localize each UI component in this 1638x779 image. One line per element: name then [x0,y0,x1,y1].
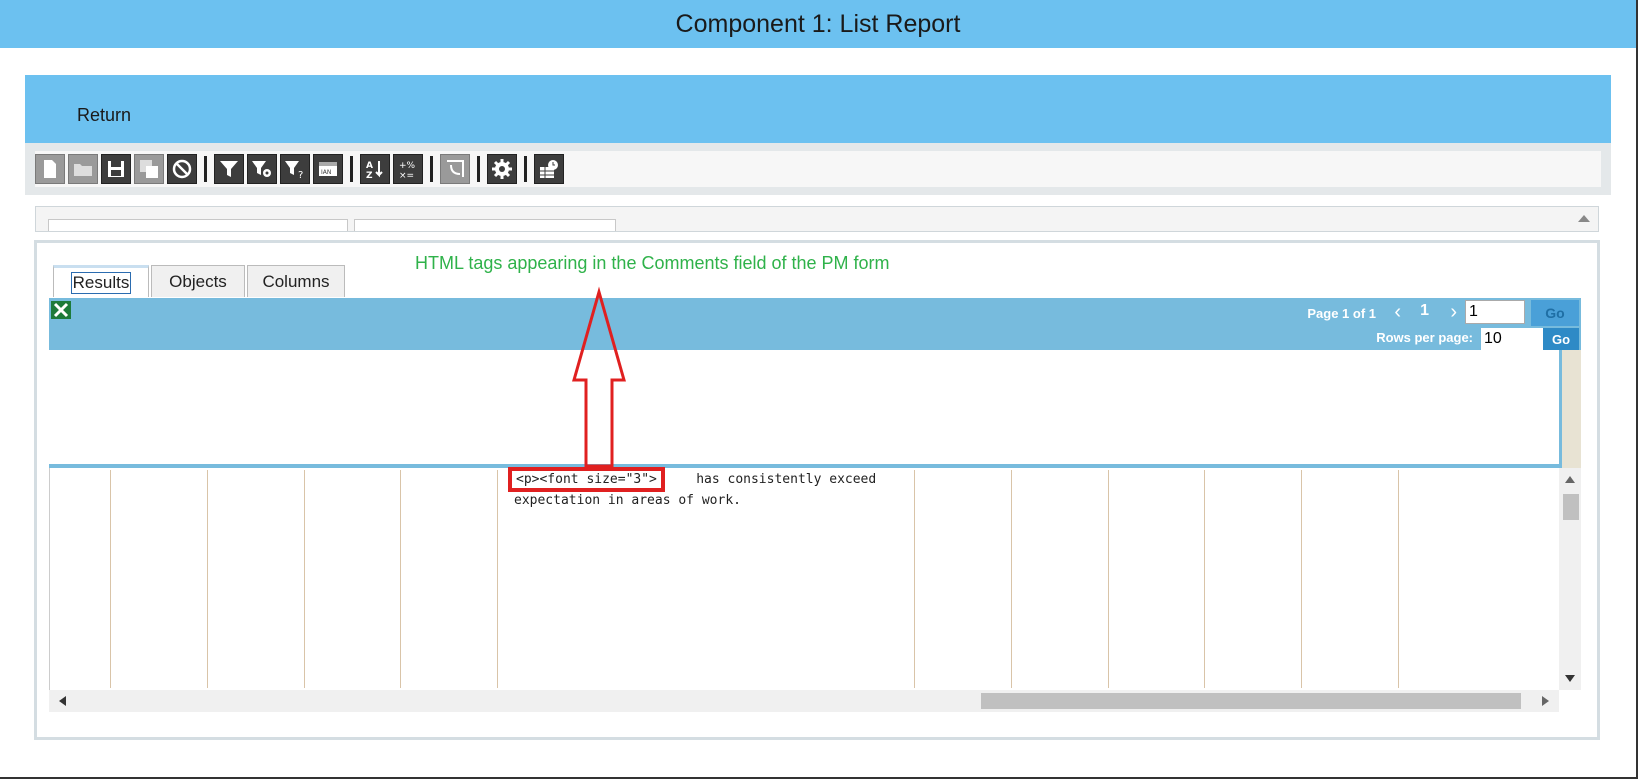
column-divider [497,470,498,688]
column-divider [110,470,111,688]
comments-text-line2: expectation in areas of work. [514,493,741,508]
rows-per-page-input[interactable] [1481,328,1543,350]
column-divider [304,470,305,688]
column-divider [1398,470,1399,688]
page: Component 1: List Report Return ? IAN A … [0,0,1638,779]
collapse-up-icon[interactable] [1578,215,1590,222]
page-number-input[interactable] [1465,300,1525,324]
tab-results[interactable]: Results [53,265,149,297]
toolbar-separator [430,156,433,182]
column-divider [400,470,401,688]
annotation-arrow-icon [572,286,626,468]
toolbar: ? IAN AZ +% ×= [35,151,1601,187]
results-table: <p><font size="3"> has consistently exce… [49,467,1581,690]
filter-field[interactable] [48,219,348,231]
column-divider [1011,470,1012,688]
open-folder-icon[interactable] [68,154,98,184]
filter-icon[interactable] [214,154,244,184]
filter-help-icon[interactable]: ? [280,154,310,184]
toolbar-separator [204,156,207,182]
scroll-right-icon[interactable] [1542,696,1549,706]
horizontal-scrollbar[interactable] [49,690,1559,712]
scroll-left-icon[interactable] [59,696,66,706]
vertical-scrollbar[interactable] [1559,468,1581,690]
schedule-report-icon[interactable] [534,154,564,184]
excel-export-icon[interactable] [51,301,71,319]
grid-header: Page 1 of 1 ‹ 1 › Go Rows per page: Go [49,298,1581,350]
column-divider [1301,470,1302,688]
tab-columns[interactable]: Columns [247,265,345,297]
grid-empty-area [49,350,1559,468]
filter-strip [35,206,1599,232]
prev-page-icon[interactable]: ‹ [1394,301,1401,324]
next-page-icon[interactable]: › [1450,301,1457,324]
toolbar-separator [350,156,353,182]
pager-page-text: Page 1 of 1 [1307,306,1376,321]
column-divider [207,470,208,688]
pager-current-page: 1 [1420,302,1429,319]
svg-text:Z: Z [366,171,373,180]
pivot-icon[interactable] [440,154,470,184]
filter-field[interactable] [354,219,616,231]
results-panel: Results Objects Columns HTML tags appear… [34,240,1600,740]
html-tag-highlight: <p><font size="3"> [508,467,665,492]
scroll-down-icon[interactable] [1565,675,1575,682]
annotation-text: HTML tags appearing in the Comments fiel… [415,253,890,273]
sort-az-icon[interactable]: AZ [360,154,390,184]
save-as-icon[interactable] [134,154,164,184]
calculate-icon[interactable]: +% ×= [393,154,423,184]
svg-text:IAN: IAN [321,169,331,176]
comments-cell: <p><font size="3"> has consistently exce… [508,467,914,509]
svg-text:+%: +% [399,161,416,171]
tab-objects-label: Objects [169,271,227,291]
column-divider [1108,470,1109,688]
go-rows-button[interactable]: Go [1543,328,1579,350]
tab-results-label: Results [70,271,132,294]
column-divider [1204,470,1205,688]
return-bar: Return [25,75,1611,143]
scroll-up-icon[interactable] [1565,476,1575,483]
go-page-button[interactable]: Go [1531,300,1579,326]
return-button[interactable]: Return [77,105,131,126]
filter-settings-icon[interactable] [247,154,277,184]
date-range-icon[interactable]: IAN [313,154,343,184]
comments-text: has consistently exceed [664,472,877,487]
title-bar: Component 1: List Report [0,0,1636,48]
tab-columns-label: Columns [262,271,330,291]
svg-text:A: A [366,161,373,171]
rows-per-page-label: Rows per page: [1376,330,1473,345]
save-icon[interactable] [101,154,131,184]
column-divider [914,470,915,688]
scroll-thumb[interactable] [981,693,1521,709]
grid-side-panel [1559,350,1581,468]
page-title: Component 1: List Report [675,10,961,38]
tab-objects[interactable]: Objects [151,265,245,297]
cancel-icon[interactable] [167,154,197,184]
svg-text:?: ? [298,170,303,180]
report-frame: Return ? IAN A Z +% ×= [25,75,1611,195]
toolbar-separator [524,156,527,182]
scroll-thumb[interactable] [1563,494,1579,520]
new-document-icon[interactable] [35,154,65,184]
svg-text:×=: ×= [399,171,414,180]
settings-icon[interactable] [487,154,517,184]
toolbar-separator [477,156,480,182]
